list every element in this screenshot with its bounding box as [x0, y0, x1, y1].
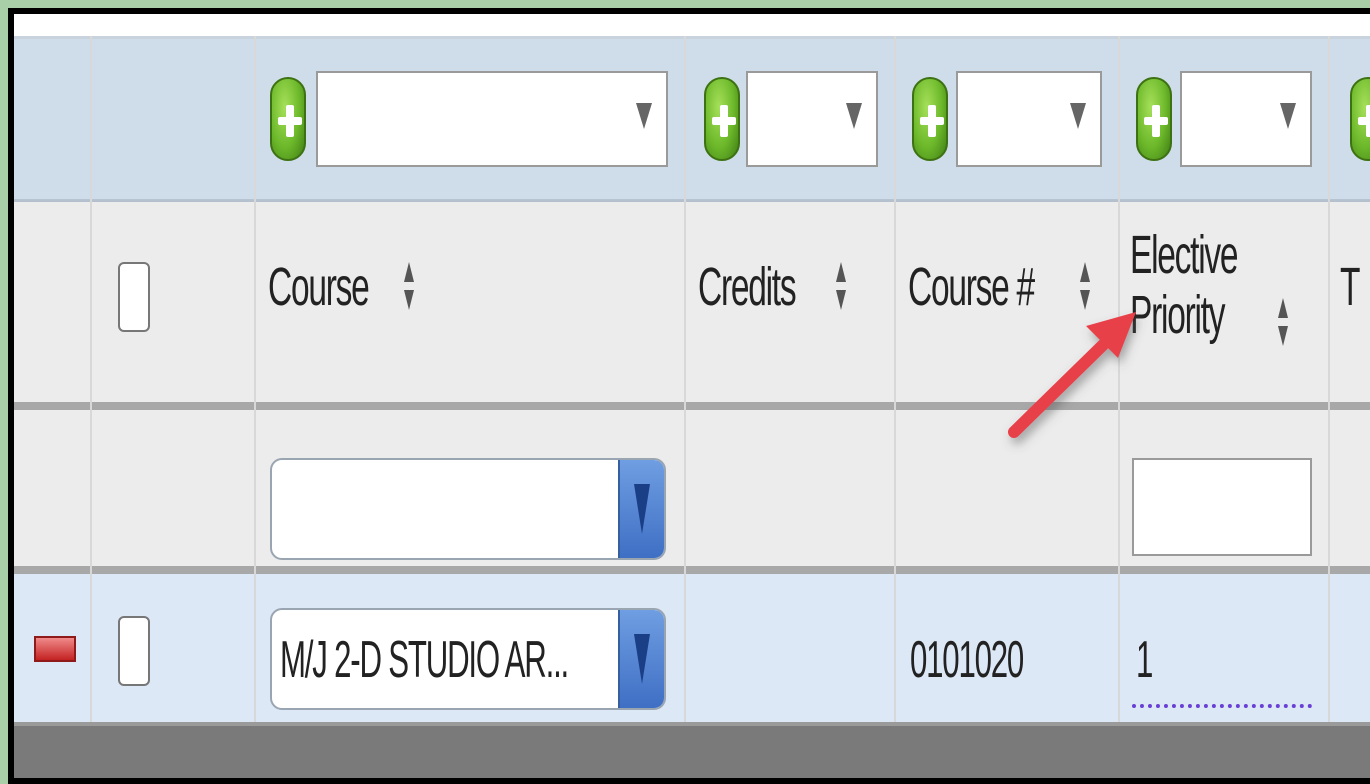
table-container: Course Credits Course # Elective Priorit…	[14, 14, 1370, 778]
red-arrow-icon	[1008, 312, 1136, 438]
screenshot-frame: Course Credits Course # Elective Priorit…	[8, 8, 1370, 784]
